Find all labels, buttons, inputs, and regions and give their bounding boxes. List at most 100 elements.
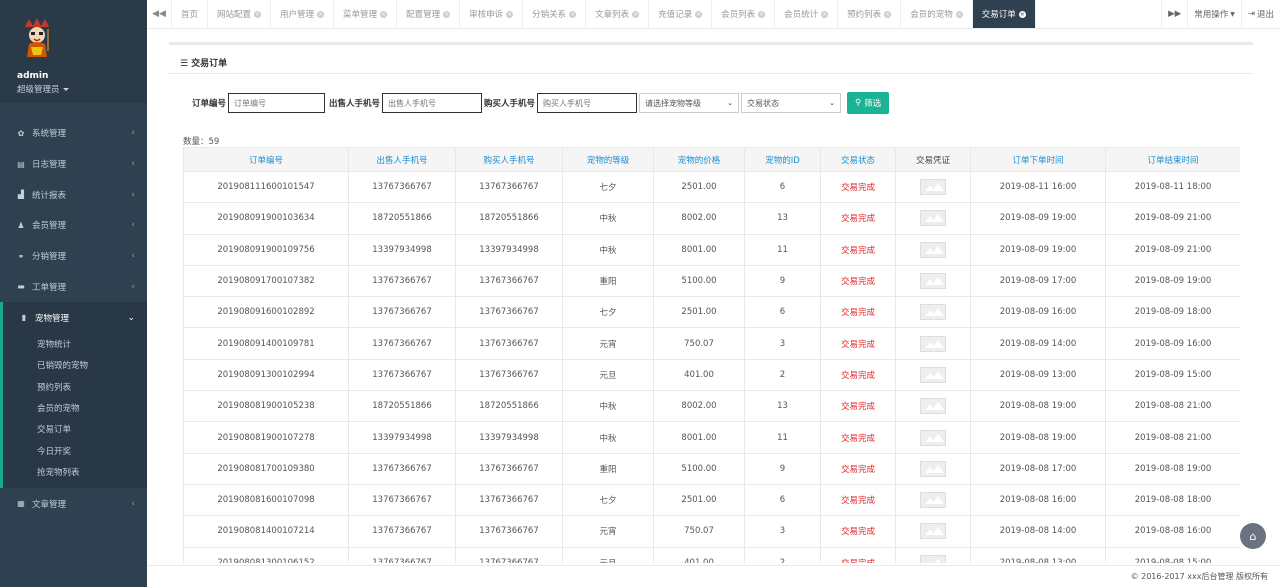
order-number-input[interactable] — [228, 93, 326, 113]
tab[interactable]: 预约列表 × — [838, 0, 902, 28]
tab-scroll-right-button[interactable]: ▶▶ — [1161, 0, 1187, 28]
close-icon[interactable]: × — [632, 10, 640, 18]
image-placeholder-icon[interactable] — [920, 210, 946, 227]
close-icon[interactable]: × — [380, 10, 388, 18]
image-placeholder-icon[interactable] — [920, 179, 946, 196]
image-placeholder-icon[interactable] — [920, 460, 946, 477]
column-header[interactable]: 订单编号 — [183, 147, 349, 172]
submenu-item[interactable]: 已销毁的宠物 — [3, 356, 147, 377]
column-header[interactable]: 购买人手机号 — [455, 147, 563, 172]
submenu-item[interactable]: 交易订单 — [3, 420, 147, 441]
tab[interactable]: 网站配置 × — [208, 0, 272, 28]
column-header[interactable]: 订单结束时间 — [1105, 147, 1240, 172]
close-icon[interactable]: × — [1018, 10, 1026, 18]
image-placeholder-icon[interactable] — [920, 335, 946, 352]
image-placeholder-icon[interactable] — [920, 523, 946, 540]
tab[interactable]: 配置管理 × — [397, 0, 461, 28]
tab[interactable]: 会员统计 × — [775, 0, 839, 28]
trade-status-cell: 交易完成 — [820, 296, 896, 329]
image-placeholder-icon[interactable] — [920, 366, 946, 383]
column-header[interactable]: 交易状态 — [820, 147, 896, 172]
common-operations-dropdown[interactable]: 常用操作 ▼ — [1187, 0, 1241, 28]
sidebar-item[interactable]: ▤ 日志管理 ‹ — [0, 149, 147, 180]
submenu-item[interactable]: 抢宠物列表 — [3, 463, 147, 484]
sidebar-item[interactable]: ▟ 统计报表 ‹ — [0, 179, 147, 210]
close-icon[interactable]: × — [955, 10, 963, 18]
order-finished-time-cell: 2019-08-11 18:00 — [1105, 170, 1240, 204]
column-header[interactable]: 宠物的价格 — [653, 147, 745, 172]
tab[interactable]: 会员列表 × — [712, 0, 776, 28]
pet-level-select[interactable]: 请选择宠物等级 ⌄ — [639, 93, 740, 113]
table-row[interactable]: 201908081400107214 13767366767 13767366767… — [183, 515, 1240, 548]
pet-id-cell: 6 — [744, 170, 821, 204]
close-icon[interactable]: × — [821, 10, 829, 18]
sidebar-item[interactable]: ✿ 系统管理 ‹ — [0, 118, 147, 149]
image-placeholder-icon[interactable] — [920, 304, 946, 321]
double-right-arrow-icon: ▶▶ — [1168, 9, 1182, 19]
seller-phone-input[interactable] — [382, 93, 483, 113]
close-icon[interactable]: × — [884, 10, 892, 18]
tab[interactable]: 文章列表 × — [586, 0, 650, 28]
submenu-item[interactable]: 今日开奖 — [3, 442, 147, 463]
orders-table-container[interactable]: 订单编号 出售人手机号 购买人手机号 宠物的等级 宠物的价格 宠物的ID 交易状态 交易凭证订… — [183, 147, 1240, 563]
chevron-down-icon: ⌄ — [127, 312, 135, 323]
column-header[interactable]: 宠物的ID — [744, 147, 821, 172]
table-row[interactable]: 201908081600107098 13767366767 13767366767… — [183, 483, 1240, 517]
table-row[interactable]: 201908091300102994 13767366767 13767366767… — [183, 358, 1240, 392]
tab[interactable]: 审核申诉 × — [460, 0, 524, 28]
image-placeholder-icon[interactable] — [920, 554, 946, 563]
table-row[interactable]: 201908091600102892 13767366767 13767366767… — [183, 296, 1240, 329]
filter-button[interactable]: ⚲ 筛选 — [847, 92, 890, 114]
profile-role-dropdown[interactable]: 超级管理员 — [17, 83, 147, 95]
table-row[interactable]: 201908091700107382 13767366767 13767366767… — [183, 264, 1240, 298]
sidebar-item-articles[interactable]: ▦ 文章管理 ‹ — [0, 488, 147, 519]
submenu-item[interactable]: 预约列表 — [3, 378, 147, 399]
table-row[interactable]: 201908081900105238 18720551866 18720551866… — [183, 390, 1240, 423]
image-placeholder-icon[interactable] — [920, 241, 946, 258]
sidebar-item-label: 系统管理 — [32, 129, 67, 140]
tab-scroll-left-button[interactable]: ◀◀ — [147, 0, 172, 28]
sidebar-item[interactable]: ♟ 会员管理 ‹ — [0, 210, 147, 241]
close-icon[interactable]: × — [317, 10, 325, 18]
close-icon[interactable]: × — [254, 10, 262, 18]
logout-button[interactable]: ⇥ 退出 — [1240, 0, 1280, 28]
table-row[interactable]: 201908111600101547 13767366767 13767366767… — [183, 170, 1240, 204]
close-icon[interactable]: × — [443, 10, 451, 18]
close-icon[interactable]: × — [569, 10, 577, 18]
close-icon[interactable]: × — [506, 10, 514, 18]
image-placeholder-icon[interactable] — [920, 492, 946, 509]
chevron-left-icon: ‹ — [131, 189, 135, 200]
sidebar-item[interactable]: ⚭ 分销管理 ‹ — [0, 241, 147, 272]
column-header[interactable]: 订单下单时间 — [970, 147, 1106, 172]
image-placeholder-icon[interactable] — [920, 398, 946, 415]
tab[interactable]: 首页 — [172, 0, 209, 28]
tab[interactable]: 充值记录 × — [649, 0, 713, 28]
submenu-item[interactable]: 宠物统计 — [3, 335, 147, 356]
home-floating-button[interactable]: ⌂ — [1240, 523, 1266, 549]
tab[interactable]: 菜单管理 × — [334, 0, 398, 28]
table-row[interactable]: 201908081300106152 13767366767 13767366767… — [183, 546, 1240, 563]
image-placeholder-icon[interactable] — [920, 429, 946, 446]
table-row[interactable]: 201908081900107278 13397934998 13397934998… — [183, 421, 1240, 454]
seller-phone-cell: 13767366767 — [348, 264, 456, 298]
close-icon[interactable]: × — [758, 10, 766, 18]
buyer-phone-input[interactable] — [537, 93, 638, 113]
submenu-item[interactable]: 会员的宠物 — [3, 399, 147, 420]
table-row[interactable]: 201908091900103634 18720551866 18720551866… — [183, 202, 1240, 235]
column-header[interactable]: 宠物的等级 — [562, 147, 654, 172]
avatar[interactable] — [17, 17, 57, 57]
table-row[interactable]: 201908091400109781 13767366767 13767366767… — [183, 327, 1240, 360]
tab-active[interactable]: 交易订单 × — [972, 0, 1036, 28]
close-icon[interactable]: × — [695, 10, 703, 18]
trade-status-select[interactable]: 交易状态 ⌄ — [741, 93, 842, 113]
sidebar-item-pets[interactable]: ▮ 宠物管理 ⌄ — [0, 302, 147, 334]
sidebar-item-label: 统计报表 — [32, 190, 67, 201]
sidebar-item[interactable]: ▬ 工单管理 ‹ — [0, 271, 147, 302]
tab[interactable]: 会员的宠物 × — [901, 0, 973, 28]
table-row[interactable]: 201908091900109756 13397934998 13397934998… — [183, 233, 1240, 266]
tab[interactable]: 分销关系 × — [523, 0, 587, 28]
table-row[interactable]: 201908081700109380 13767366767 13767366767… — [183, 452, 1240, 485]
image-placeholder-icon[interactable] — [920, 273, 946, 290]
column-header[interactable]: 出售人手机号 — [348, 147, 456, 172]
tab[interactable]: 用户管理 × — [271, 0, 335, 28]
